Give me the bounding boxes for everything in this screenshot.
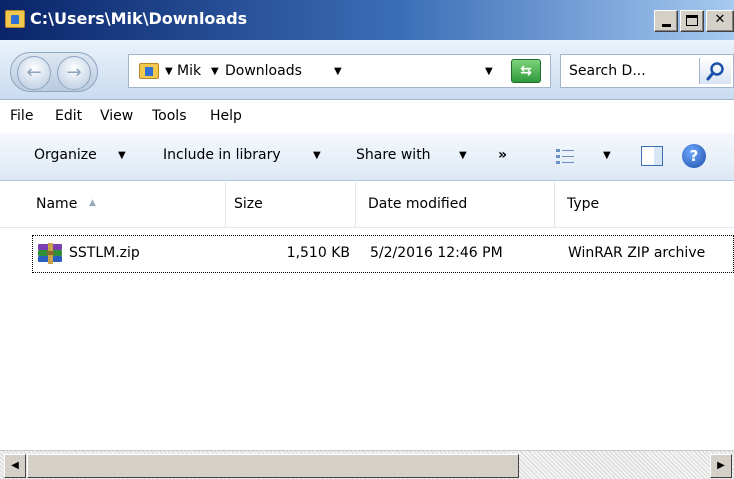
include-dropdown-icon[interactable]: ▼ (313, 150, 321, 161)
breadcrumb-separator-icon[interactable]: ▼ (165, 66, 173, 77)
horizontal-scrollbar[interactable]: ◀ ▶ (0, 450, 734, 479)
menu-bar: File Edit View Tools Help (0, 101, 734, 133)
breadcrumb-separator-icon[interactable]: ▼ (211, 66, 219, 77)
forward-button[interactable]: → (57, 56, 91, 90)
column-header-type[interactable]: Type (555, 182, 734, 228)
close-icon: ✕ (714, 12, 726, 27)
search-input[interactable]: Search D... (569, 63, 646, 79)
file-size: 1,510 KB (286, 245, 350, 261)
file-type: WinRAR ZIP archive (568, 245, 706, 261)
close-button[interactable]: ✕ (706, 10, 734, 32)
menu-view[interactable]: View (100, 108, 133, 124)
search-box[interactable]: Search D... (560, 54, 734, 88)
back-button[interactable]: ← (17, 56, 51, 90)
menu-edit[interactable]: Edit (55, 108, 82, 124)
back-arrow-icon: ← (26, 62, 42, 83)
command-bar: Organize ▼ Include in library ▼ Share wi… (0, 133, 734, 181)
maximize-icon (686, 15, 698, 26)
scroll-right-arrow-icon: ▶ (717, 460, 725, 471)
column-label: Type (567, 196, 600, 212)
file-name: SSTLM.zip (69, 245, 140, 261)
column-headers: Name ▲ Size Date modified Type (0, 182, 734, 228)
refresh-icon: ⇆ (520, 63, 532, 79)
menu-tools[interactable]: Tools (152, 108, 187, 124)
share-dropdown-icon[interactable]: ▼ (459, 150, 467, 161)
organize-dropdown-icon[interactable]: ▼ (118, 150, 126, 161)
help-icon[interactable]: ? (682, 144, 706, 168)
scrollbar-thumb[interactable] (27, 454, 519, 478)
sort-ascending-icon: ▲ (89, 198, 96, 208)
share-with-button[interactable]: Share with (356, 147, 431, 163)
column-label: Date modified (368, 196, 468, 212)
file-list[interactable]: SSTLM.zip 1,510 KB 5/2/2016 12:46 PM Win… (0, 228, 734, 450)
column-header-date-modified[interactable]: Date modified (356, 182, 555, 228)
breadcrumb-downloads[interactable]: Downloads (225, 63, 302, 79)
window-title: C:\Users\Mik\Downloads (30, 9, 248, 28)
maximize-button[interactable] (680, 10, 704, 32)
scroll-left-arrow-icon: ◀ (11, 460, 19, 471)
column-label: Name (36, 196, 78, 212)
forward-arrow-icon: → (66, 62, 82, 83)
scroll-right-button[interactable]: ▶ (710, 454, 732, 478)
file-date-modified: 5/2/2016 12:46 PM (370, 245, 503, 261)
column-label: Size (234, 196, 263, 212)
search-button[interactable] (699, 58, 731, 84)
folder-icon (5, 10, 25, 28)
change-view-icon[interactable] (555, 147, 575, 165)
refresh-button[interactable]: ⇆ (511, 59, 541, 83)
organize-button[interactable]: Organize (34, 147, 97, 163)
navigation-bar: ← → ▼ Mik ▼ Downloads ▼ ▼ ⇆ Search D... (0, 40, 734, 100)
include-in-library-button[interactable]: Include in library (163, 147, 281, 163)
column-header-size[interactable]: Size (226, 182, 356, 228)
views-dropdown-icon[interactable]: ▼ (603, 150, 611, 161)
preview-pane-icon[interactable] (641, 146, 663, 166)
more-commands-button[interactable]: » (498, 147, 507, 163)
minimize-button[interactable] (654, 10, 678, 32)
downloads-folder-icon (139, 63, 159, 79)
winrar-archive-icon (38, 243, 62, 264)
breadcrumb-separator-icon[interactable]: ▼ (334, 66, 342, 77)
menu-help[interactable]: Help (210, 108, 242, 124)
title-bar[interactable]: C:\Users\Mik\Downloads ✕ (0, 0, 734, 40)
menu-file[interactable]: File (10, 108, 33, 124)
minimize-icon (662, 24, 671, 27)
file-row[interactable]: SSTLM.zip 1,510 KB 5/2/2016 12:46 PM Win… (0, 235, 734, 273)
breadcrumb-mik[interactable]: Mik (177, 63, 201, 79)
column-header-name[interactable]: Name ▲ (0, 182, 226, 228)
address-bar[interactable]: ▼ Mik ▼ Downloads ▼ ▼ ⇆ (128, 54, 551, 88)
nav-buttons: ← → (10, 52, 98, 92)
scroll-left-button[interactable]: ◀ (4, 454, 26, 478)
address-history-dropdown-icon[interactable]: ▼ (485, 66, 493, 77)
search-icon (706, 62, 724, 81)
